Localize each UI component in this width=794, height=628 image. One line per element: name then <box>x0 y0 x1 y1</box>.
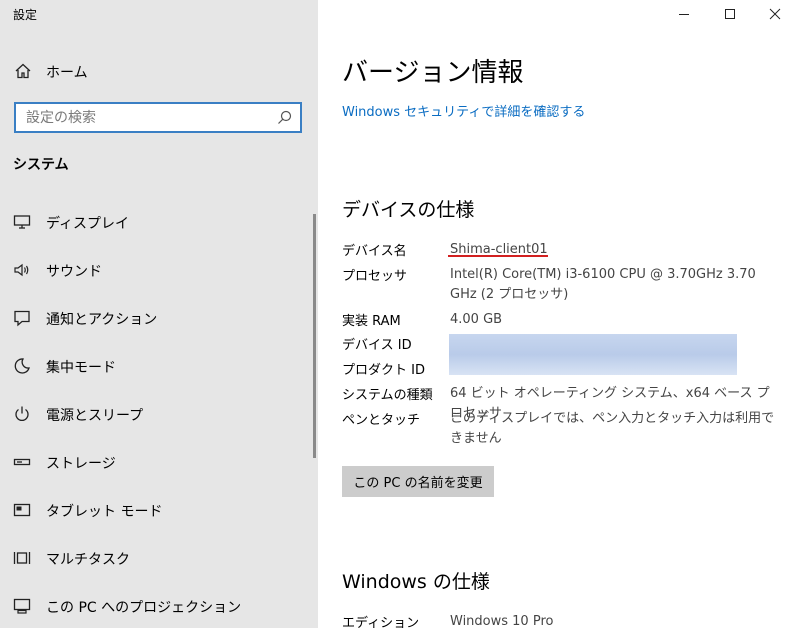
security-details-link[interactable]: Windows セキュリティで詳細を確認する <box>342 101 585 120</box>
sidebar: 設定 ホーム システム ディスプレイ サウンド 通知とアクション <box>0 0 318 628</box>
redacted-id-block <box>449 334 737 375</box>
sidebar-item-storage[interactable]: ストレージ <box>0 440 310 484</box>
sidebar-item-label: ストレージ <box>46 456 116 472</box>
windows-specs-heading: Windows の仕様 <box>342 571 490 593</box>
sidebar-item-label: 集中モード <box>46 360 116 376</box>
sidebar-item-label: ディスプレイ <box>46 216 130 232</box>
storage-icon <box>13 453 31 471</box>
spec-value: Shima-client01 <box>450 242 548 257</box>
sidebar-item-power[interactable]: 電源とスリープ <box>0 392 310 436</box>
search-box[interactable] <box>14 102 302 133</box>
sidebar-scrollbar[interactable] <box>313 214 316 458</box>
spec-label: システムの種類 <box>342 388 433 403</box>
power-icon <box>13 405 31 423</box>
spec-label: 実装 RAM <box>342 314 401 329</box>
spec-value: このディスプレイでは、ペン入力とタッチ入力は利用できません <box>450 411 775 446</box>
minimize-icon[interactable] <box>672 4 696 24</box>
section-title: システム <box>13 157 69 173</box>
speaker-icon <box>13 261 31 279</box>
search-icon[interactable] <box>277 110 292 125</box>
sidebar-item-projection[interactable]: この PC へのプロジェクション <box>0 584 310 628</box>
sidebar-item-label: ホーム <box>46 65 88 81</box>
sidebar-item-notifications[interactable]: 通知とアクション <box>0 296 310 340</box>
spec-value: Windows 10 Pro <box>450 614 554 628</box>
sidebar-item-home[interactable]: ホーム <box>0 52 318 90</box>
spec-label: プロダクト ID <box>342 363 425 378</box>
home-icon <box>14 62 32 80</box>
sidebar-item-display[interactable]: ディスプレイ <box>0 200 310 244</box>
sidebar-item-sound[interactable]: サウンド <box>0 248 310 292</box>
sidebar-item-label: タブレット モード <box>46 504 163 520</box>
spec-value: 4.00 GB <box>450 312 503 327</box>
spec-value: Intel(R) Core(TM) i3-6100 CPU @ 3.70GHz … <box>450 267 756 302</box>
sidebar-item-tablet[interactable]: タブレット モード <box>0 488 310 532</box>
spec-label: ペンとタッチ <box>342 413 421 428</box>
sidebar-item-label: 通知とアクション <box>46 312 158 328</box>
spec-label: エディション <box>342 616 420 628</box>
main-content: バージョン情報 Windows セキュリティで詳細を確認する デバイスの仕様 デ… <box>318 0 794 628</box>
sidebar-item-label: この PC へのプロジェクション <box>46 600 242 616</box>
sidebar-item-multitask[interactable]: マルチタスク <box>0 536 310 580</box>
sidebar-item-label: 電源とスリープ <box>46 408 144 424</box>
sidebar-item-label: マルチタスク <box>46 552 130 568</box>
sidebar-item-label: サウンド <box>46 264 102 280</box>
projection-icon <box>13 597 31 615</box>
display-icon <box>13 213 31 231</box>
tablet-icon <box>13 501 31 519</box>
search-input[interactable] <box>16 104 256 131</box>
device-specs-heading: デバイスの仕様 <box>342 199 475 221</box>
app-title: 設定 <box>13 8 38 22</box>
multitask-icon <box>13 549 31 567</box>
rename-pc-button[interactable]: この PC の名前を変更 <box>342 466 494 497</box>
spec-label: プロセッサ <box>342 269 408 284</box>
maximize-icon[interactable] <box>718 4 742 24</box>
spec-label: デバイス ID <box>342 338 412 353</box>
page-title: バージョン情報 <box>342 58 524 88</box>
moon-icon <box>13 357 31 375</box>
notification-icon <box>13 309 31 327</box>
device-name-underline <box>448 255 548 257</box>
sidebar-item-focus[interactable]: 集中モード <box>0 344 310 388</box>
close-icon[interactable] <box>763 4 787 24</box>
spec-label: デバイス名 <box>342 244 407 259</box>
